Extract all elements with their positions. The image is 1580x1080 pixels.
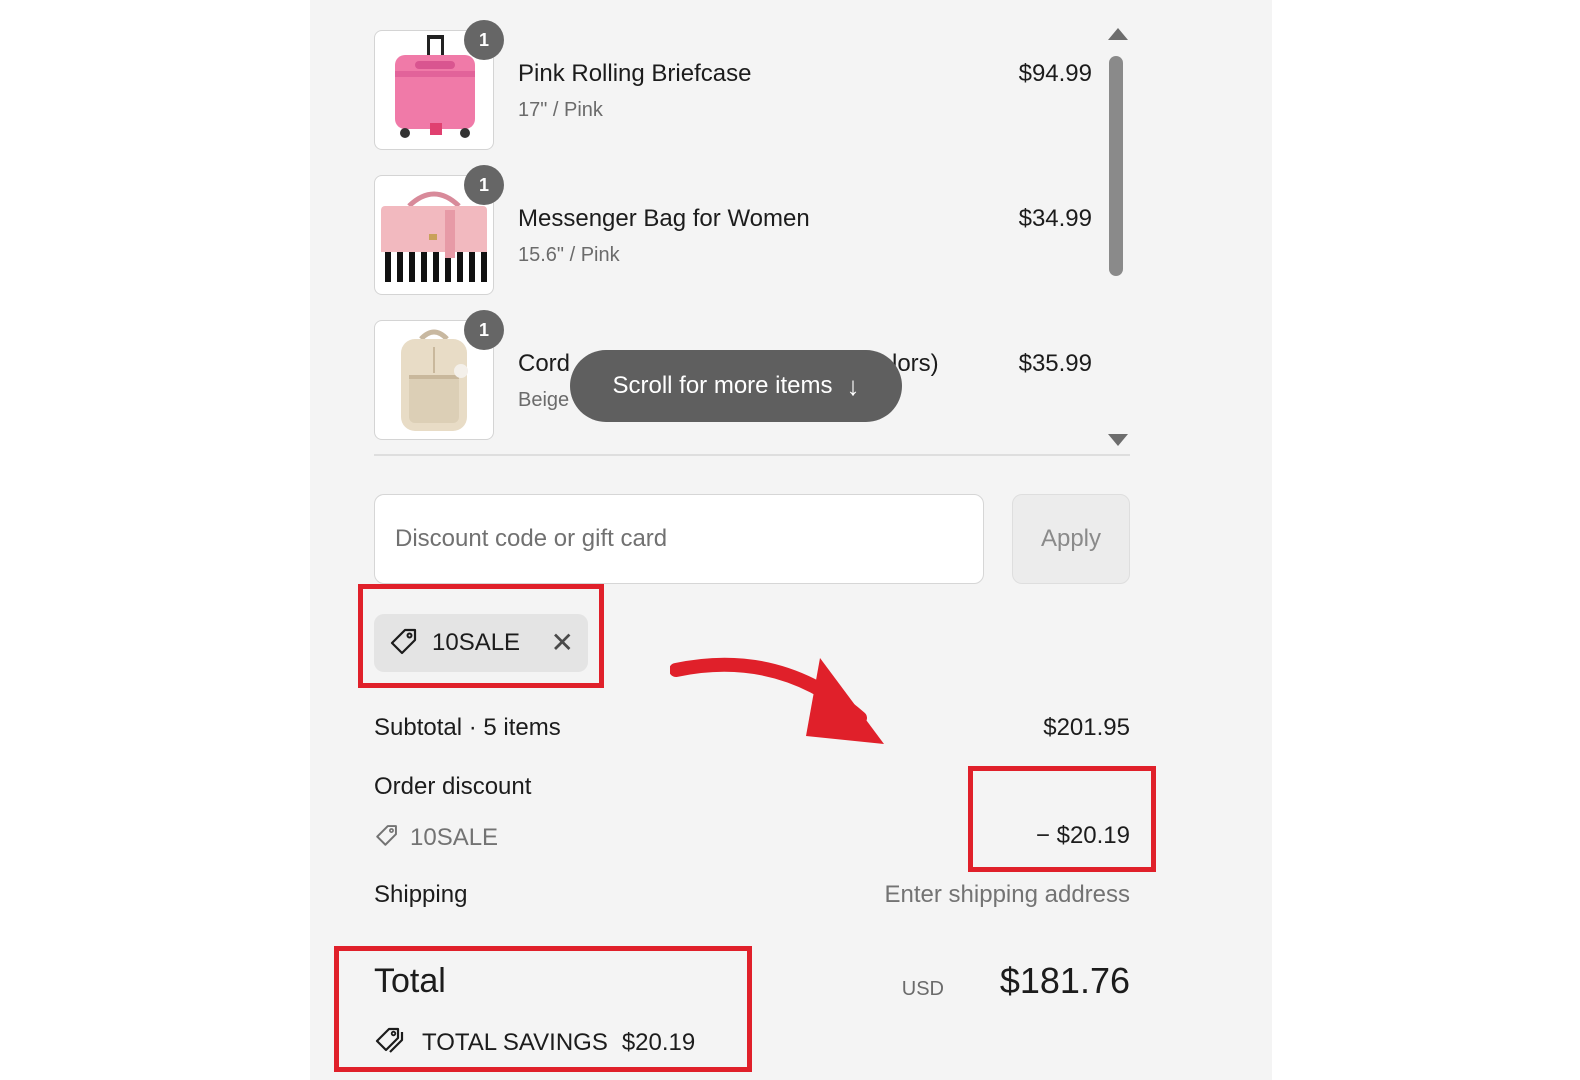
product-variant: 15.6" / Pink bbox=[518, 244, 620, 266]
shipping-label: Shipping bbox=[374, 881, 468, 908]
tag-icon bbox=[374, 822, 400, 853]
product-price: $94.99 bbox=[1018, 60, 1092, 87]
annotation-box-discount-value bbox=[968, 766, 1156, 872]
total-value: $181.76 bbox=[999, 960, 1130, 1001]
quantity-badge: 1 bbox=[464, 20, 504, 60]
arrow-down-icon: ↓ bbox=[846, 370, 860, 401]
subtotal-value: $201.95 bbox=[1043, 714, 1130, 741]
discount-code-input[interactable] bbox=[374, 494, 984, 584]
scroll-down-arrow-icon[interactable] bbox=[1108, 434, 1128, 446]
shipping-value: Enter shipping address bbox=[884, 881, 1130, 908]
annotation-box-total bbox=[334, 946, 752, 1072]
product-variant: 17" / Pink bbox=[518, 99, 603, 121]
total-currency: USD bbox=[901, 978, 944, 1000]
product-name: Messenger Bag for Women bbox=[518, 205, 810, 232]
quantity-badge: 1 bbox=[464, 165, 504, 205]
product-variant: Beige bbox=[518, 389, 570, 411]
subtotal-label: Subtotal · 5 items bbox=[374, 714, 561, 741]
line-item: 1 Messenger Bag for Women 15.6" / Pink $… bbox=[374, 165, 1094, 295]
scroll-hint-label: Scroll for more items bbox=[612, 372, 833, 399]
quantity-badge: 1 bbox=[464, 310, 504, 350]
annotation-arrow-icon bbox=[670, 657, 884, 744]
product-price: $34.99 bbox=[1018, 205, 1092, 232]
apply-button[interactable]: Apply bbox=[1012, 494, 1130, 584]
scrollbar-thumb[interactable] bbox=[1109, 56, 1123, 276]
order-discount-code: 10SALE bbox=[374, 822, 498, 853]
scroll-up-arrow-icon[interactable] bbox=[1108, 28, 1128, 40]
items-scrollbar[interactable] bbox=[1104, 20, 1128, 454]
scroll-for-more-button[interactable]: Scroll for more items ↓ bbox=[570, 350, 902, 422]
product-name: Cord lors) bbox=[518, 350, 939, 377]
order-discount-code-label: 10SALE bbox=[410, 823, 499, 851]
product-name: Pink Rolling Briefcase bbox=[518, 60, 752, 87]
annotation-box-discount-chip bbox=[358, 584, 604, 688]
line-item: 1 Pink Rolling Briefcase 17" / Pink $94.… bbox=[374, 20, 1094, 150]
product-price: $35.99 bbox=[1018, 350, 1092, 377]
order-discount-label: Order discount bbox=[374, 773, 532, 800]
